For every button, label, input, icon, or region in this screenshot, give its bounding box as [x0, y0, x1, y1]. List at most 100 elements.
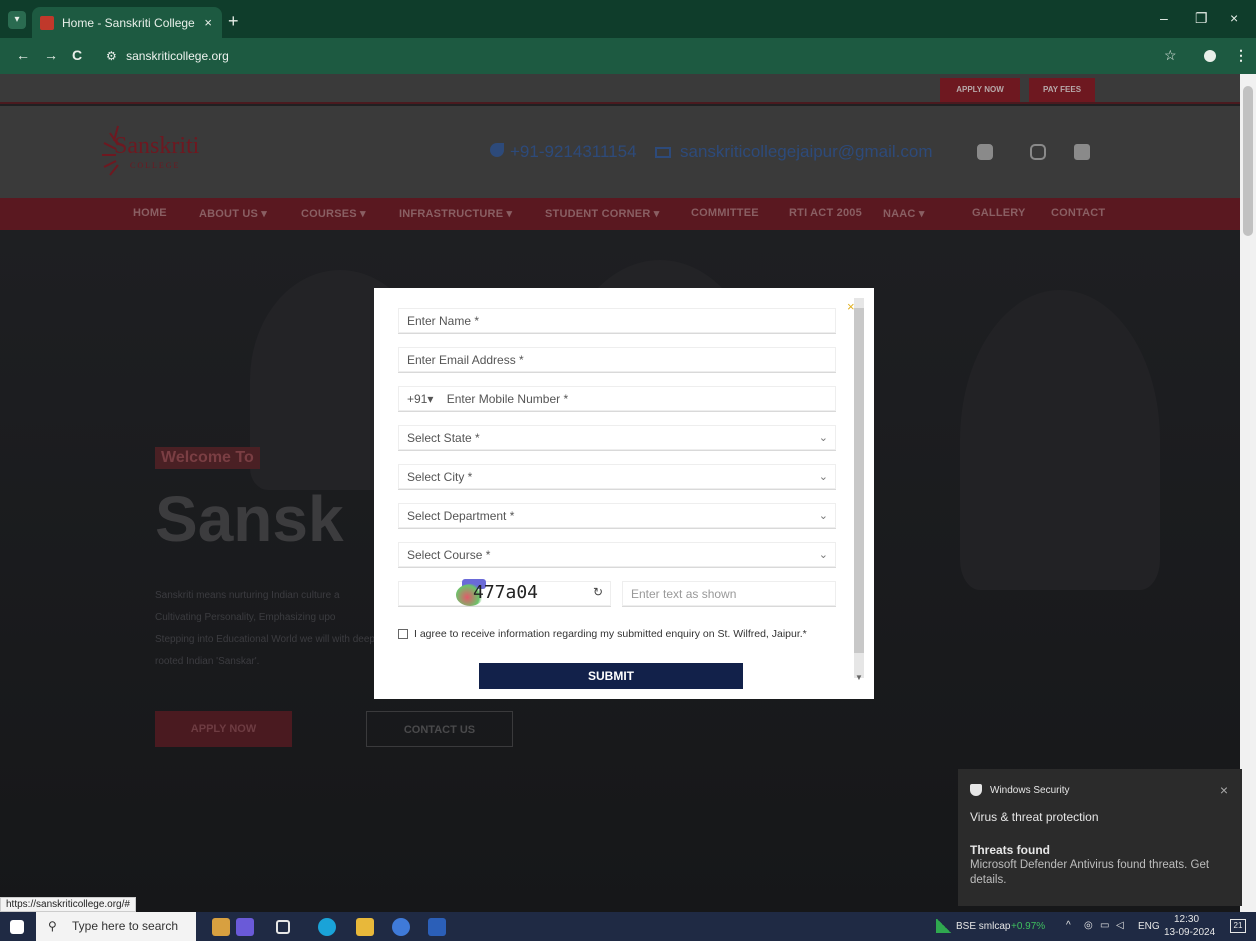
profile-icon[interactable] — [1204, 50, 1216, 62]
submit-button[interactable]: SUBMIT — [479, 663, 743, 689]
chrome-icon[interactable] — [392, 918, 410, 936]
hero-contact-button[interactable]: CONTACT US — [366, 711, 513, 747]
tab-active[interactable]: Home - Sanskriti College × — [32, 7, 222, 38]
email-address[interactable]: sanskriticollegejaipur@gmail.com — [680, 142, 933, 161]
hero-welcome: Welcome To — [155, 447, 260, 469]
task-view-icon[interactable] — [276, 920, 290, 934]
nav-gallery[interactable]: GALLERY — [972, 207, 1026, 219]
youtube-icon[interactable] — [1074, 144, 1090, 160]
forward-button[interactable]: → — [44, 47, 58, 63]
nav-infrastructure[interactable]: INFRASTRUCTURE ▾ — [399, 207, 512, 220]
nav-student-corner[interactable]: STUDENT CORNER ▾ — [545, 207, 659, 220]
modal-scrollbar-thumb[interactable] — [854, 308, 864, 653]
phone-icon — [490, 143, 504, 157]
instagram-icon[interactable] — [1030, 144, 1046, 160]
tab-title: Home - Sanskriti College — [62, 15, 195, 30]
mobile-field[interactable]: +91▾ Enter Mobile Number * — [398, 386, 836, 412]
nav-rti-act[interactable]: RTI ACT 2005 — [789, 207, 862, 219]
minimize-button[interactable]: – — [1160, 10, 1168, 26]
chevron-down-icon: ⌄ — [818, 471, 828, 483]
toast-body: Microsoft Defender Antivirus found threa… — [970, 859, 1210, 886]
new-tab-button[interactable]: + — [228, 11, 239, 32]
url-text: sanskriticollege.org — [126, 49, 229, 63]
department-select-label: Select Department * — [407, 509, 515, 523]
bookmark-star-icon[interactable]: ☆ — [1164, 47, 1177, 64]
browser-menu-icon[interactable]: ⋮ — [1234, 47, 1248, 64]
enquiry-modal: Enter Name * Enter Email Address * +91▾ … — [374, 288, 874, 699]
toast-app-name: Windows Security — [990, 784, 1070, 796]
reload-button[interactable]: C — [72, 47, 82, 63]
volume-muted-icon[interactable]: ◁ — [1116, 920, 1124, 931]
modal-scrollbar[interactable] — [854, 298, 864, 678]
hero-apply-button[interactable]: APPLY NOW — [155, 711, 292, 747]
top-pay-fees-button[interactable]: PAY FEES — [1029, 78, 1095, 102]
file-explorer-icon[interactable] — [356, 918, 374, 936]
page-scrollbar-thumb[interactable] — [1243, 86, 1253, 236]
close-icon[interactable]: × — [847, 300, 860, 313]
nav-naac[interactable]: NAAC ▾ — [883, 207, 925, 220]
email-input[interactable]: Enter Email Address * — [398, 347, 836, 373]
clock-time[interactable]: 12:30 — [1174, 914, 1199, 925]
city-select-label: Select City * — [407, 470, 473, 484]
notification-icon[interactable]: 21 — [1230, 919, 1246, 933]
restore-button[interactable]: ❐ — [1195, 10, 1208, 27]
chevron-up-icon[interactable]: ^ — [1066, 920, 1071, 931]
taskbar: ⚲ Type here to search BSE smlcap +0.97% … — [0, 912, 1256, 941]
ticker-label[interactable]: BSE smlcap — [956, 921, 1010, 932]
facebook-icon[interactable] — [977, 144, 993, 160]
taskbar-search[interactable]: ⚲ Type here to search — [36, 912, 196, 941]
clock-date[interactable]: 13-09-2024 — [1164, 927, 1215, 938]
back-button[interactable]: ← — [16, 47, 30, 63]
stock-chart-icon — [936, 919, 952, 933]
favicon-icon — [40, 15, 54, 30]
address-bar-row: ← → C ⚙ sanskriticollege.org ☆ ⋮ — [0, 38, 1256, 74]
word-icon[interactable] — [428, 918, 446, 936]
captcha-input[interactable]: Enter text as shown — [622, 581, 836, 607]
hero-paragraph: Sanskriti means nurturing Indian culture… — [155, 590, 375, 667]
contact-info: +91-9214311154 sanskriticollegejaipur@gm… — [490, 142, 933, 162]
nav-courses[interactable]: COURSES ▾ — [301, 207, 366, 220]
city-select[interactable]: Select City * ⌄ — [398, 464, 836, 490]
nav-about-us[interactable]: ABOUT US ▾ — [199, 207, 267, 220]
mail-icon — [655, 147, 672, 158]
phone-number[interactable]: +91-9214311154 — [510, 142, 637, 161]
scroll-down-arrow-icon[interactable]: ▼ — [855, 673, 863, 682]
url-input[interactable]: ⚙ sanskriticollege.org — [100, 43, 1150, 69]
nav-contact[interactable]: CONTACT — [1051, 207, 1105, 219]
logo-name: Sanskriti — [114, 133, 200, 159]
widget-icon[interactable] — [236, 918, 254, 936]
country-code-select[interactable]: +91▾ — [407, 392, 433, 406]
tab-list-button[interactable]: ▾ — [8, 11, 26, 29]
name-input[interactable]: Enter Name * — [398, 308, 836, 334]
start-windows-icon[interactable] — [10, 920, 24, 934]
agree-checkbox[interactable] — [398, 629, 408, 639]
security-toast[interactable]: Windows Security × Virus & threat protec… — [958, 769, 1242, 906]
tab-close-icon[interactable]: × — [204, 15, 212, 30]
language-indicator[interactable]: ENG — [1138, 921, 1160, 932]
window-close-button[interactable]: × — [1230, 10, 1238, 26]
page-scrollbar[interactable] — [1240, 74, 1256, 912]
refresh-icon[interactable]: ↻ — [593, 585, 603, 599]
nav-home[interactable]: HOME — [133, 207, 167, 219]
captcha-box: 477a04 ↻ — [398, 579, 611, 607]
main-nav: HOME ABOUT US ▾ COURSES ▾ INFRASTRUCTURE… — [0, 198, 1240, 230]
edge-icon[interactable] — [318, 918, 336, 936]
display-icon[interactable]: ▭ — [1100, 920, 1109, 931]
top-apply-button[interactable]: APPLY NOW — [940, 78, 1020, 102]
captcha-code: 477a04 — [473, 582, 539, 603]
state-select[interactable]: Select State * ⌄ — [398, 425, 836, 451]
hero-photo-person — [960, 290, 1160, 590]
site-info-icon[interactable]: ⚙ — [106, 49, 117, 63]
nav-committee[interactable]: COMMITTEE — [691, 207, 759, 219]
chevron-down-icon: ⌄ — [818, 549, 828, 561]
toast-title: Virus & threat protection — [970, 810, 1099, 824]
network-icon[interactable]: ◎ — [1084, 920, 1093, 931]
widget-icon[interactable] — [212, 918, 230, 936]
mobile-input[interactable]: Enter Mobile Number * — [447, 392, 568, 406]
site-logo[interactable]: Sanskriti COLLEGE — [100, 121, 270, 181]
toast-close-icon[interactable]: × — [1220, 782, 1228, 798]
department-select[interactable]: Select Department * ⌄ — [398, 503, 836, 529]
shield-icon — [970, 784, 982, 796]
tab-bar: ▾ Home - Sanskriti College × + – ❐ × — [0, 0, 1256, 38]
course-select[interactable]: Select Course * ⌄ — [398, 542, 836, 568]
